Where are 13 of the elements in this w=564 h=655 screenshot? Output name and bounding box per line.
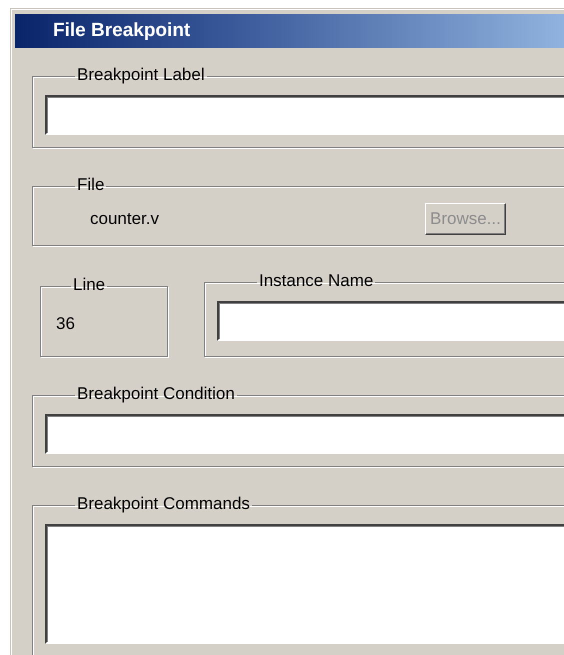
file-name: counter.v bbox=[90, 208, 159, 230]
input-field[interactable] bbox=[217, 301, 564, 341]
text-area[interactable] bbox=[45, 524, 564, 644]
group-label: Breakpoint Commands bbox=[76, 495, 251, 512]
line-number: 36 bbox=[56, 313, 76, 335]
group-label: Breakpoint Label bbox=[76, 66, 206, 83]
window-title: File Breakpoint bbox=[15, 14, 564, 48]
group-label: Breakpoint Condition bbox=[76, 385, 236, 402]
input-field[interactable] bbox=[45, 414, 564, 454]
group-label: File bbox=[76, 176, 106, 193]
input-field[interactable] bbox=[45, 95, 564, 135]
group-label: Instance Name bbox=[258, 272, 374, 289]
group-label: Line bbox=[72, 276, 106, 293]
